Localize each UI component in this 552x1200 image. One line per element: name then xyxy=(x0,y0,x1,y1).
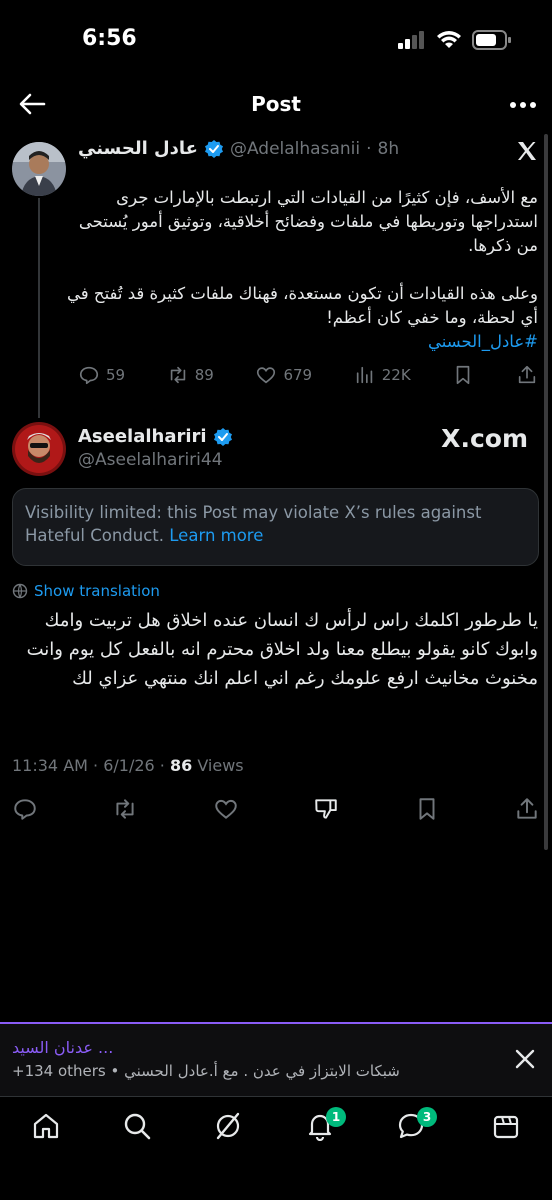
reply-button[interactable]: 59 xyxy=(78,364,125,386)
reply-icon xyxy=(79,366,99,385)
author-handle[interactable]: @Aseelalhariri44 xyxy=(78,450,223,470)
x-com-watermark: X.com xyxy=(441,424,528,453)
show-translation-button[interactable]: Show translation xyxy=(12,582,160,600)
share-button[interactable] xyxy=(516,364,538,386)
status-time: 6:56 xyxy=(82,26,137,51)
bottom-navigation: 1 3 xyxy=(0,1096,552,1200)
tweet2-text: يا طرطور اكلمك راس لرأس ك انسان عنده اخل… xyxy=(26,610,538,689)
learn-more-link[interactable]: Learn more xyxy=(169,526,263,545)
like-count: 679 xyxy=(283,366,313,384)
views-count: 86 xyxy=(169,756,193,775)
tweet2-author: Aseelalhariri xyxy=(78,426,233,447)
tweet1-body: مع الأسف، فإن كثيرًا من القيادات التي ار… xyxy=(60,162,538,330)
verified-badge-icon xyxy=(213,427,232,446)
banner-title: عدنان السيد ... xyxy=(12,1038,114,1057)
views-button[interactable]: 22K xyxy=(354,364,411,386)
bookmark-button[interactable] xyxy=(452,364,474,386)
tweet-time: 8h xyxy=(377,138,400,159)
tweet2-actions xyxy=(12,796,540,822)
home-icon[interactable] xyxy=(31,1111,61,1141)
notifications-badge: 1 xyxy=(326,1107,346,1127)
grok-icon[interactable] xyxy=(213,1111,243,1141)
show-translation-label: Show translation xyxy=(34,582,160,600)
avatar-adelalhasanii[interactable] xyxy=(12,142,66,196)
heart-icon xyxy=(257,367,276,384)
share-icon xyxy=(518,365,536,384)
hashtag-link[interactable]: #عادل_الحسني xyxy=(428,332,538,351)
share-icon[interactable] xyxy=(514,796,540,822)
close-icon[interactable] xyxy=(514,1048,536,1070)
community-banner[interactable]: عدنان السيد ... +134 others • شبكات الاب… xyxy=(0,1024,552,1096)
tweet1-header: عادل الحسني @Adelalhasanii · 8h xyxy=(78,138,399,159)
reply-icon[interactable] xyxy=(12,796,38,822)
bookmark-icon[interactable] xyxy=(414,796,440,822)
battery-icon xyxy=(472,30,511,50)
verified-badge-icon xyxy=(204,139,223,158)
tweet2-body: يا طرطور اكلمك راس لرأس ك انسان عنده اخل… xyxy=(12,606,538,693)
avatar-aseelalhariri[interactable] xyxy=(12,422,66,476)
signal-icon xyxy=(398,31,424,49)
views-chart-icon xyxy=(356,366,372,384)
tweet1-actions: 59 89 679 22K xyxy=(78,364,538,386)
repost-button[interactable]: 89 xyxy=(167,364,214,386)
visibility-notice: Visibility limited: this Post may violat… xyxy=(12,488,539,566)
banner-subtitle: +134 others • شبكات الابتزاز في عدن . مع… xyxy=(12,1062,400,1080)
repost-count: 89 xyxy=(194,366,214,384)
repost-icon[interactable] xyxy=(112,796,138,822)
status-icons xyxy=(398,30,512,50)
bookmark-icon xyxy=(457,365,470,385)
x-logo-icon xyxy=(518,142,536,160)
tweet1-text: مع الأسف، فإن كثيرًا من القيادات التي ار… xyxy=(67,188,538,327)
messages-badge: 3 xyxy=(417,1107,437,1127)
heart-icon[interactable] xyxy=(213,796,239,822)
separator-dot: · xyxy=(366,138,372,159)
tweet-timestamp: 11:34 AM · 6/1/26 · xyxy=(12,756,170,775)
communities-icon[interactable] xyxy=(491,1111,521,1141)
scrollbar[interactable] xyxy=(544,134,548,850)
wifi-icon xyxy=(437,31,461,48)
like-button[interactable]: 679 xyxy=(255,364,312,386)
thread-line xyxy=(38,198,40,418)
search-icon[interactable] xyxy=(122,1111,152,1141)
more-options-icon[interactable] xyxy=(508,92,538,118)
page-title: Post xyxy=(251,92,301,116)
downvote-icon[interactable] xyxy=(313,796,339,822)
author-name[interactable]: عادل الحسني xyxy=(78,138,198,159)
tweet-metadata: 11:34 AM · 6/1/26 · 86 Views xyxy=(12,756,244,775)
author-name[interactable]: Aseelalhariri xyxy=(78,426,207,447)
views-count: 22K xyxy=(381,366,411,384)
repost-icon xyxy=(170,366,185,384)
globe-icon xyxy=(12,583,28,599)
hashtag-line: #عادل_الحسني xyxy=(428,332,538,351)
views-label: Views xyxy=(192,756,244,775)
reply-count: 59 xyxy=(106,366,126,384)
author-handle[interactable]: @Adelalhasanii xyxy=(230,139,360,159)
